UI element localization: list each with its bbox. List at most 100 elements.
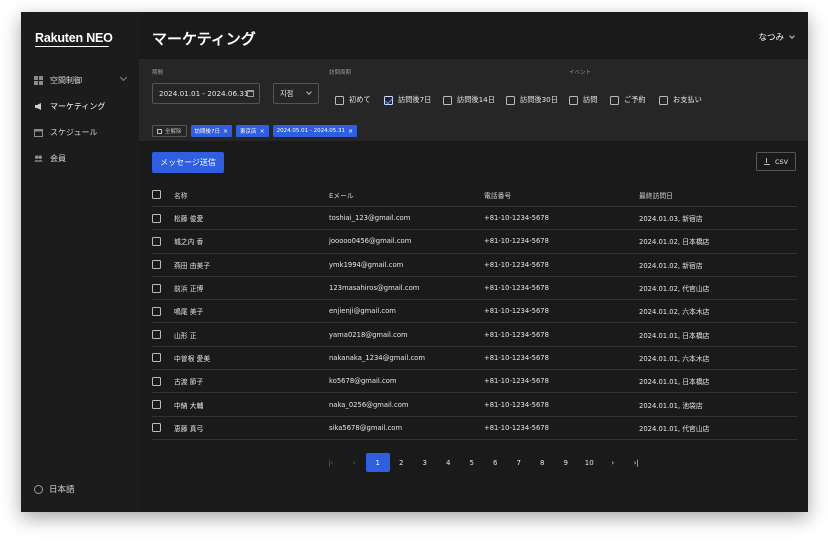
filter-chip-label: 2024.05.01 - 2024.05.31 [276,128,346,134]
table-row[interactable]: 鳴尾 美子 enjienji@gmail.com +81-10-1234-5678 2… [152,300,797,324]
filter-chip[interactable]: 東京店 × [236,125,269,137]
download-icon [763,158,770,165]
page-5-button[interactable]: 5 [460,453,484,472]
page-4-button[interactable]: 4 [437,453,461,472]
close-icon[interactable]: × [260,128,265,135]
page-10-button[interactable]: 10 [578,453,602,472]
csv-download-button[interactable]: CSV [756,152,796,171]
checkbox-after-7-days[interactable]: 訪問後7日 [384,95,431,105]
cell-last-visit: 2024.01.03, 新宿店 [639,215,703,224]
page-8-button[interactable]: 8 [531,453,555,472]
checkbox-after-30-days[interactable]: 訪問後30日 [506,95,558,105]
filter-panel: 期間 2024.01.01 - 2024.06.31 지점 訪問周期 初めて 訪… [139,59,808,141]
page-9-button[interactable]: 9 [554,453,578,472]
filter-chip-label: 訪問後7日 [194,129,221,135]
checkbox-label: ご予約 [624,95,646,104]
checkbox-box[interactable] [443,95,452,105]
table-row[interactable]: 山形 正 yama0218@gmail.com +81-10-1234-5678 20… [152,323,797,347]
send-message-button[interactable]: メッセージ送信 [152,152,224,173]
megaphone-icon [34,102,43,111]
cell-last-visit: 2024.01.01, 日本橋店 [639,378,710,387]
cell-last-visit: 2024.01.01, 池袋店 [639,401,703,410]
close-icon[interactable]: × [348,128,353,135]
sidebar-item-space-control[interactable]: 空間制御 [21,67,139,93]
table-row[interactable]: 城之内 香 jooooo0456@gmail.com +81-10-1234-567… [152,230,797,254]
row-checkbox[interactable] [152,353,161,363]
row-checkbox[interactable] [152,260,161,270]
last-page-button[interactable]: ›| [625,453,649,472]
filter-chip[interactable]: 2024.05.01 - 2024.05.31 × [272,125,358,137]
cell-phone: +81-10-1234-5678 [484,307,549,316]
page-1-button[interactable]: 1 [366,453,390,472]
row-checkbox[interactable] [152,213,161,223]
row-checkbox[interactable] [152,306,161,316]
sidebar-item-schedule[interactable]: スケジュール [21,119,139,145]
checkbox-label: 訪問後7日 [398,95,432,104]
table-row[interactable]: 松藤 俊愛 toshiai_123@gmail.com +81-10-1234-56… [152,207,797,231]
column-header-last-visit[interactable]: 最終訪問日 [639,190,797,200]
store-select[interactable]: 지점 [273,83,319,104]
table-row[interactable]: 中納 大輔 naka_0256@gmail.com +81-10-1234-5678… [152,393,797,417]
cell-name: 前浜 正博 [174,285,204,294]
sidebar-item-marketing[interactable]: マーケティング [21,93,139,119]
checkbox-box[interactable] [610,95,619,105]
row-checkbox[interactable] [152,400,161,410]
table-row[interactable]: 恵藤 真弓 sika5678@gmail.com +81-10-1234-5678 2… [152,417,797,440]
column-header-email[interactable]: Eメール [329,190,484,200]
column-header-phone[interactable]: 電話番号 [484,190,639,200]
page-title: マーケティング [152,30,256,48]
first-page-button[interactable]: |‹ [319,453,343,472]
sidebar-item-members[interactable]: 会員 [21,145,139,171]
table-row[interactable]: 中曽根 愛美 nakanaka_1234@gmail.com +81-10-1234… [152,347,797,371]
cell-name: 山形 正 [174,331,197,340]
clear-all-button[interactable]: 全解除 [152,125,187,137]
user-menu[interactable]: なつみ [758,31,795,43]
checkbox-box[interactable] [569,95,578,105]
prev-page-button[interactable]: ‹ [343,453,367,472]
column-header-name[interactable]: 名称 [174,190,329,200]
page-7-button[interactable]: 7 [507,453,531,472]
cell-phone: +81-10-1234-5678 [484,377,549,386]
checkbox-first-visit[interactable]: 初めて [335,95,371,105]
checkbox-event-payment[interactable]: お支払い [659,95,702,105]
row-checkbox[interactable] [152,423,161,433]
calendar-icon [247,90,254,97]
cell-name: 古渡 節子 [174,378,204,387]
select-all-checkbox[interactable] [152,190,161,199]
language-selector[interactable]: 日本語 [34,483,75,495]
row-checkbox[interactable] [152,283,161,293]
filter-chip[interactable]: 訪問後7日 × [190,125,233,137]
clear-icon [157,128,162,134]
cell-phone: +81-10-1234-5678 [484,353,549,362]
table-row[interactable]: 前浜 正博 123masahiros@gmail.com +81-10-1234-5… [152,277,797,301]
sidebar-item-label: 空間制御 [50,75,82,85]
table-body: 松藤 俊愛 toshiai_123@gmail.com +81-10-1234-56… [152,207,797,440]
cell-name: 鳴尾 美子 [174,308,204,317]
checkbox-event-reservation[interactable]: ご予約 [610,95,646,105]
cell-phone: +81-10-1234-5678 [484,400,549,409]
chevron-down-icon [789,32,795,39]
checkbox-box-checked[interactable] [384,95,393,105]
next-page-button[interactable]: › [601,453,625,472]
row-checkbox[interactable] [152,376,161,386]
page-3-button[interactable]: 3 [413,453,437,472]
cell-email: ymk1994@gmail.com [329,260,404,269]
page-6-button[interactable]: 6 [484,453,508,472]
row-checkbox[interactable] [152,236,161,246]
table-row[interactable]: 古渡 節子 ko5678@gmail.com +81-10-1234-5678 202… [152,370,797,394]
period-label: 期間 [152,70,164,76]
checkbox-box[interactable] [335,95,344,105]
members-table: 名称 Eメール 電話番号 最終訪問日 松藤 俊愛 toshiai_123@gmai… [152,183,797,440]
checkbox-box[interactable] [659,95,668,105]
row-checkbox[interactable] [152,330,161,340]
checkbox-event-visit[interactable]: 訪問 [569,95,597,105]
checkbox-box[interactable] [506,95,515,105]
close-icon[interactable]: × [223,128,228,135]
table-row[interactable]: 燕田 由美子 ymk1994@gmail.com +81-10-1234-5678 2… [152,254,797,277]
checkbox-label: 初めて [349,95,371,104]
logo[interactable]: Rakuten NEO [35,31,113,45]
cell-phone: +81-10-1234-5678 [484,237,549,246]
date-range-input[interactable]: 2024.01.01 - 2024.06.31 [152,83,260,104]
page-2-button[interactable]: 2 [390,453,414,472]
checkbox-after-14-days[interactable]: 訪問後14日 [443,95,495,105]
